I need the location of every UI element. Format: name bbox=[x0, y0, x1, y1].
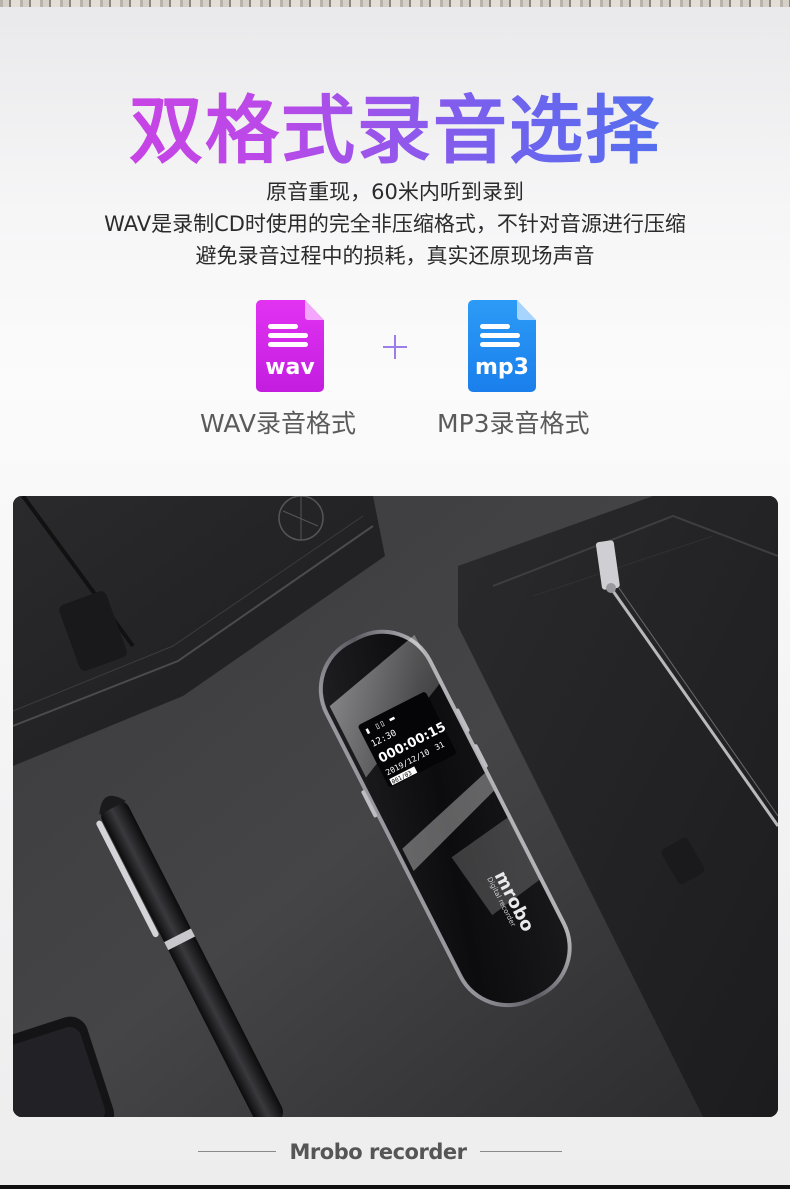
description-line: WAV是录制CD时使用的完全非压缩格式，不针对音源进行压缩 bbox=[104, 212, 686, 236]
product-page: 双格式录音选择 原音重现，60米内听到录到 WAV是录制CD时使用的完全非压缩格… bbox=[0, 0, 790, 1189]
description-line: 避免录音过程中的损耗，真实还原现场声音 bbox=[195, 244, 595, 268]
product-photo: ▮ ▯▯ ▬ 12:30 000:00:15 2019/12/10 31 001… bbox=[13, 496, 778, 1117]
wav-icon-text: wav bbox=[265, 355, 315, 380]
plus-icon bbox=[383, 335, 407, 359]
top-decorative-strip bbox=[0, 0, 790, 7]
mp3-format-label: MP3录音格式 bbox=[437, 409, 590, 438]
wav-format-label: WAV录音格式 bbox=[200, 409, 356, 438]
bottom-strip bbox=[0, 1185, 790, 1189]
footer-divider-right bbox=[480, 1151, 562, 1152]
footer-divider-left bbox=[198, 1151, 276, 1152]
wav-file-icon: wav bbox=[256, 300, 324, 392]
description-line: 原音重现，60米内听到录到 bbox=[266, 180, 524, 204]
footer-brand: Mrobo recorder bbox=[289, 1140, 467, 1164]
mp3-icon-text: mp3 bbox=[475, 355, 529, 380]
page-title: 双格式录音选择 bbox=[0, 88, 790, 174]
mp3-file-icon: mp3 bbox=[468, 300, 536, 392]
